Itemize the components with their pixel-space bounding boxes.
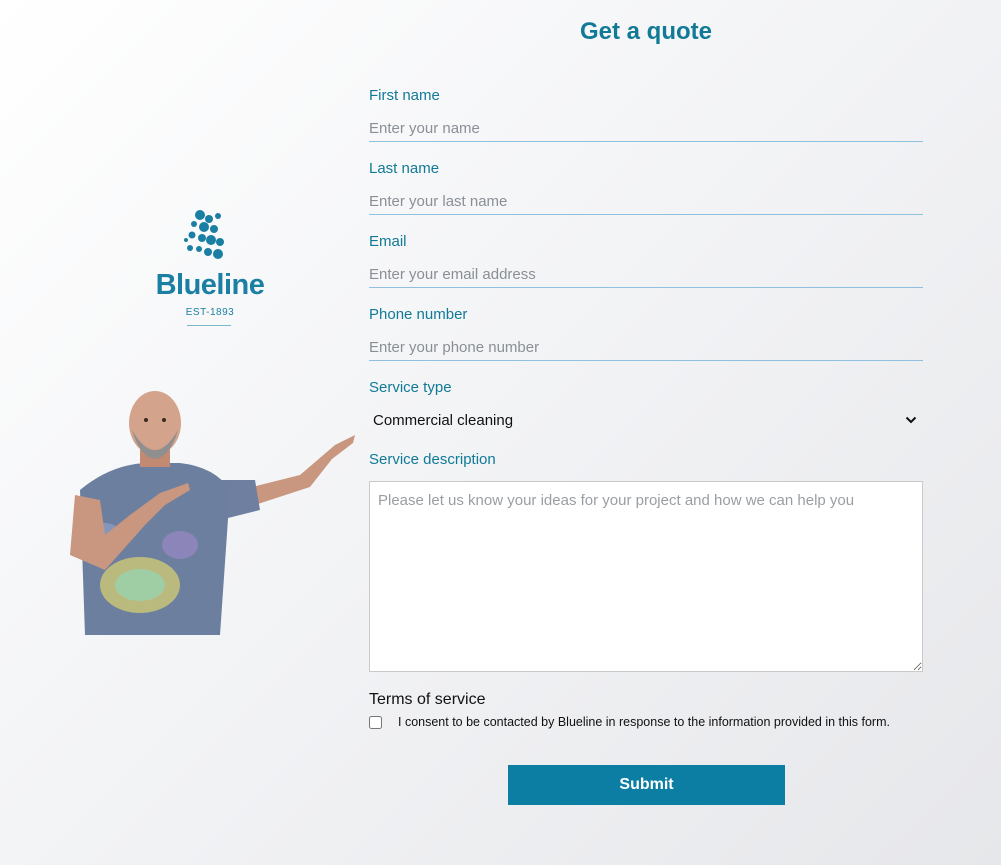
pointing-person-illustration xyxy=(70,385,360,635)
service-type-select[interactable]: Commercial cleaning xyxy=(369,406,923,434)
first-name-input[interactable] xyxy=(369,115,923,142)
last-name-input[interactable] xyxy=(369,188,923,215)
consent-checkbox[interactable] xyxy=(369,715,382,729)
brand-name: Blueline xyxy=(155,269,265,301)
brand-established: EST-1893 xyxy=(185,307,235,318)
dots-cluster-icon xyxy=(184,210,224,259)
last-name-label: Last name xyxy=(369,160,440,177)
page-title: Get a quote xyxy=(579,18,712,45)
submit-button[interactable]: Submit xyxy=(508,765,785,805)
service-type-label: Service type xyxy=(369,379,452,396)
consent-row: I consent to be contacted by Blueline in… xyxy=(369,715,890,729)
service-description-textarea[interactable] xyxy=(369,481,923,672)
service-type-selected: Commercial cleaning xyxy=(373,411,514,429)
email-label: Email xyxy=(369,233,407,250)
chevron-down-icon xyxy=(905,416,917,424)
terms-title: Terms of service xyxy=(369,691,486,708)
email-input[interactable] xyxy=(369,261,923,288)
service-description-label: Service description xyxy=(369,451,496,468)
logo-divider xyxy=(187,325,231,326)
blueline-logo: Blueline EST-1893 xyxy=(150,205,270,335)
first-name-label: First name xyxy=(369,87,440,104)
phone-label: Phone number xyxy=(369,306,468,323)
phone-input[interactable] xyxy=(369,334,923,361)
consent-text: I consent to be contacted by Blueline in… xyxy=(398,715,890,729)
